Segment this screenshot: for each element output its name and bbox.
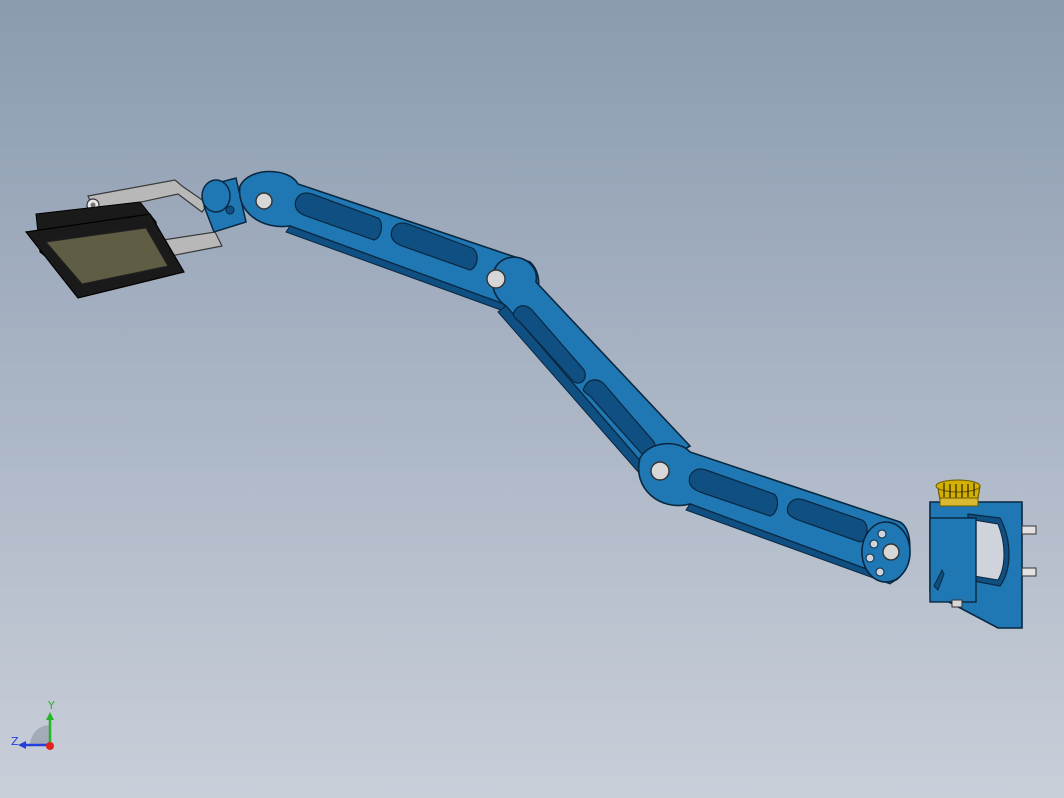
pivot-pin-2[interactable] xyxy=(486,269,506,289)
hub-hole xyxy=(865,553,875,563)
triad-x-axis-dot xyxy=(46,742,54,750)
knob-collar xyxy=(939,497,979,507)
base-hub[interactable] xyxy=(861,521,911,583)
hub-hole xyxy=(877,529,887,539)
triad-z-label: Z xyxy=(11,735,19,748)
pivot-pin-4[interactable] xyxy=(882,543,900,561)
clamp-plate-cutout xyxy=(973,519,1005,581)
swivel-set-screw[interactable] xyxy=(225,205,235,215)
pivot-pin-1[interactable] xyxy=(255,192,273,210)
triad-y-label: Y xyxy=(47,699,55,712)
pivot-pin-3[interactable] xyxy=(650,461,670,481)
hub-hole xyxy=(875,567,885,577)
knurled-knob[interactable] xyxy=(935,479,981,507)
mount-stud-lower[interactable] xyxy=(1021,567,1037,577)
hub-hole xyxy=(869,539,879,549)
viewport-background xyxy=(0,0,1064,798)
mount-stud-upper[interactable] xyxy=(1021,525,1037,535)
cad-scene[interactable]: Y Z xyxy=(0,0,1064,798)
graphics-viewport[interactable]: Y Z xyxy=(0,0,1064,798)
clamp-bolt-bottom[interactable] xyxy=(951,599,963,608)
